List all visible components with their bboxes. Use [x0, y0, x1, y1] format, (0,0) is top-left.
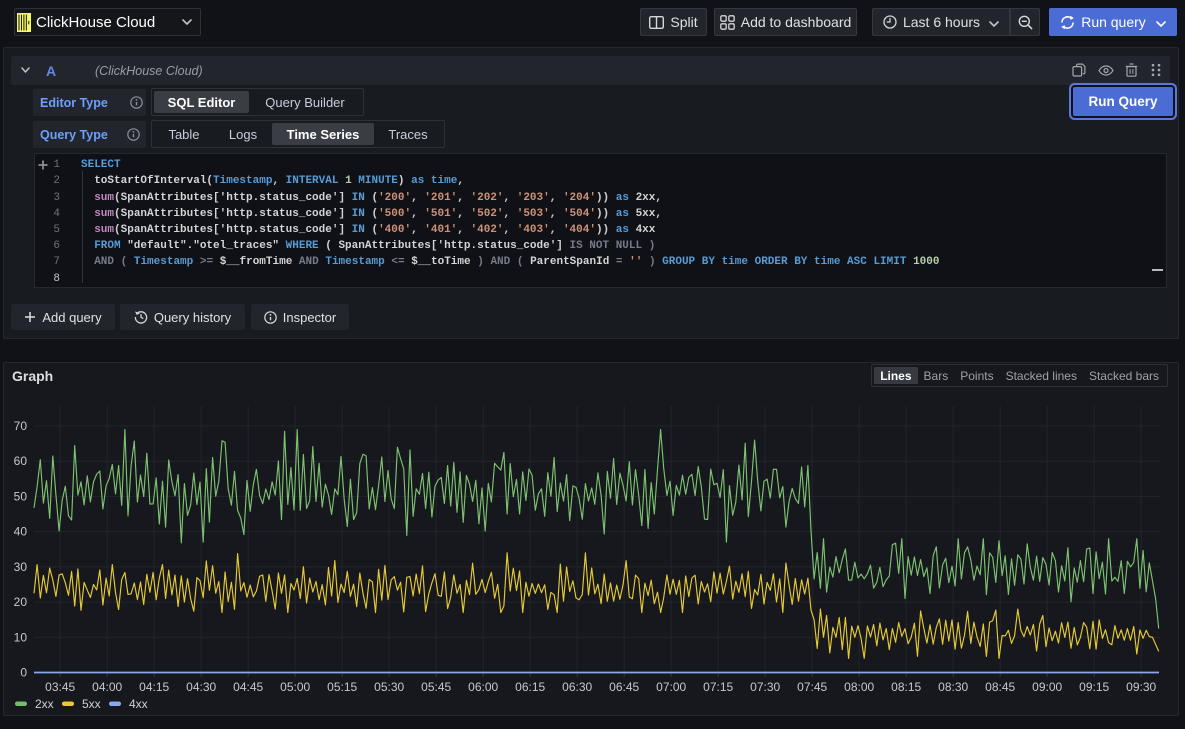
svg-text:04:30: 04:30: [186, 680, 216, 694]
svg-text:07:15: 07:15: [703, 680, 733, 694]
svg-text:05:30: 05:30: [374, 680, 404, 694]
svg-text:30: 30: [14, 560, 28, 574]
svg-text:40: 40: [14, 525, 28, 539]
svg-text:08:15: 08:15: [891, 680, 921, 694]
svg-text:07:30: 07:30: [750, 680, 780, 694]
svg-text:07:00: 07:00: [656, 680, 686, 694]
svg-text:60: 60: [14, 454, 28, 468]
svg-text:07:45: 07:45: [797, 680, 827, 694]
svg-text:09:30: 09:30: [1126, 680, 1156, 694]
svg-text:5xx: 5xx: [82, 697, 101, 711]
svg-text:08:45: 08:45: [985, 680, 1015, 694]
svg-text:70: 70: [14, 419, 28, 433]
svg-text:05:15: 05:15: [327, 680, 357, 694]
svg-text:06:15: 06:15: [515, 680, 545, 694]
svg-text:04:00: 04:00: [92, 680, 122, 694]
svg-text:04:15: 04:15: [139, 680, 169, 694]
svg-text:08:30: 08:30: [938, 680, 968, 694]
svg-text:10: 10: [14, 630, 28, 644]
svg-text:08:00: 08:00: [844, 680, 874, 694]
svg-text:09:15: 09:15: [1079, 680, 1109, 694]
svg-text:2xx: 2xx: [35, 697, 54, 711]
svg-text:06:00: 06:00: [468, 680, 498, 694]
svg-text:4xx: 4xx: [129, 697, 148, 711]
svg-text:04:45: 04:45: [233, 680, 263, 694]
svg-text:05:00: 05:00: [280, 680, 310, 694]
svg-text:0: 0: [20, 666, 27, 680]
svg-text:06:30: 06:30: [562, 680, 592, 694]
svg-text:06:45: 06:45: [609, 680, 639, 694]
svg-text:20: 20: [14, 595, 28, 609]
svg-text:03:45: 03:45: [45, 680, 75, 694]
svg-text:50: 50: [14, 489, 28, 503]
svg-text:09:00: 09:00: [1032, 680, 1062, 694]
svg-text:05:45: 05:45: [421, 680, 451, 694]
